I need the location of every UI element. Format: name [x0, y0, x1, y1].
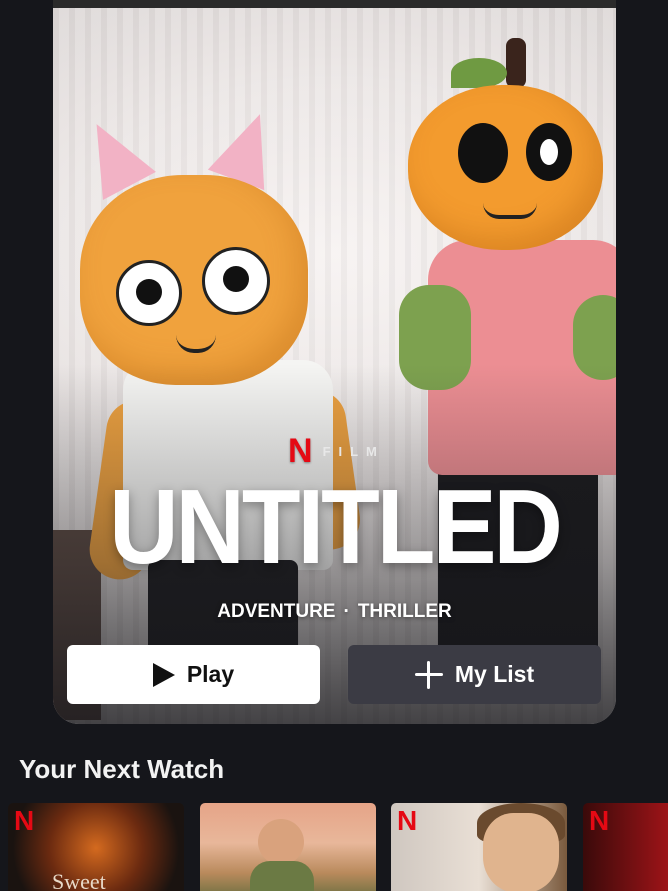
title-row[interactable]: N Sweet N N — [0, 803, 668, 891]
character-eye — [526, 123, 572, 181]
section-title: Your Next Watch — [19, 754, 225, 784]
curtain-rod — [53, 0, 616, 8]
title-card-art — [250, 861, 314, 891]
character-eye — [202, 247, 270, 315]
genre-label: ADVENTURE — [217, 601, 336, 622]
play-button-label: Play — [186, 661, 235, 687]
character-mouth — [483, 203, 537, 219]
my-list-button[interactable]: My List — [348, 645, 601, 704]
genre-separator: · — [343, 601, 350, 622]
genre-line: ADVENTURE · THRILLER — [53, 601, 616, 623]
title-card[interactable]: N Sweet — [8, 803, 184, 891]
character-eye — [116, 260, 182, 326]
plus-icon — [414, 660, 443, 689]
character-eye — [458, 123, 508, 183]
netflix-logo-icon: N — [14, 805, 35, 836]
title-card[interactable]: N — [583, 803, 668, 891]
hero-banner[interactable]: N FILM UNTITLED ADVENTURE · THRILLER Play … — [53, 0, 616, 724]
play-icon — [152, 662, 175, 687]
my-list-button-label: My List — [454, 661, 535, 687]
title-card[interactable]: N — [391, 803, 567, 891]
character-head — [80, 175, 308, 385]
pumpkin-stem — [506, 38, 526, 88]
character-mouth — [176, 335, 216, 353]
film-tag: N FILM — [288, 432, 385, 470]
netflix-logo-icon: N — [589, 805, 610, 836]
content-type-label: FILM — [322, 443, 385, 459]
netflix-logo-icon: N — [288, 432, 313, 470]
genre-label: THRILLER — [357, 601, 452, 622]
title-card-caption: Sweet — [52, 869, 106, 891]
title-logo: UNTITLED — [109, 468, 563, 587]
title-card[interactable] — [200, 803, 376, 891]
netflix-logo-icon: N — [397, 805, 418, 836]
character-head — [408, 85, 603, 250]
play-button[interactable]: Play — [67, 645, 320, 704]
title-card-art — [258, 819, 304, 865]
pumpkin-leaf — [451, 58, 507, 88]
title-card-art — [483, 813, 559, 891]
